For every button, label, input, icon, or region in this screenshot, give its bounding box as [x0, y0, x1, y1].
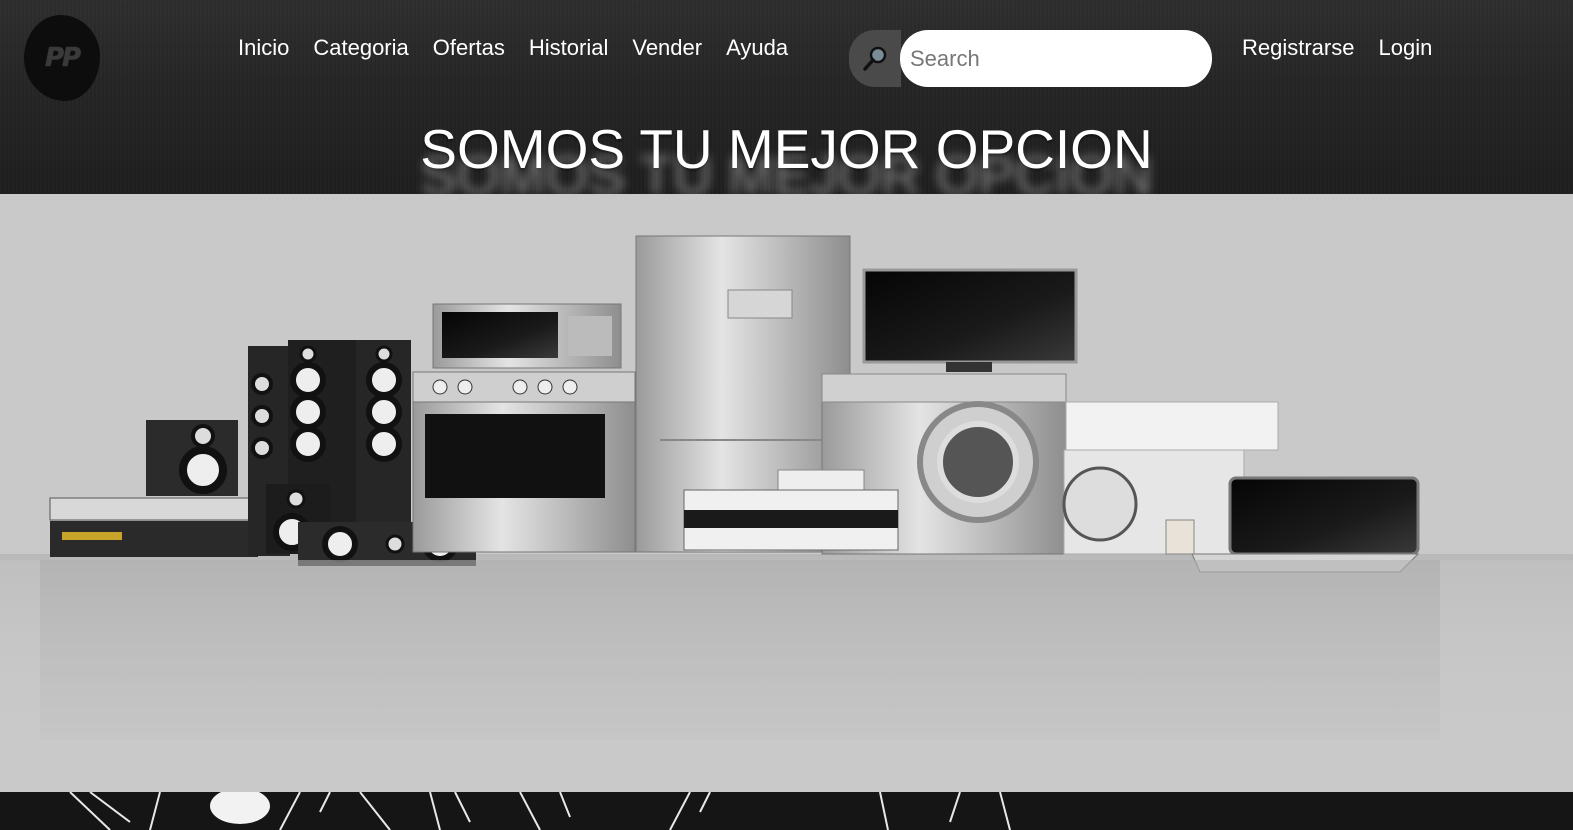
nav-ofertas[interactable]: Ofertas: [433, 34, 505, 62]
site-header: PP Inicio Categoria Ofertas Historial Ve…: [0, 0, 1573, 194]
branches-decoration: [69, 792, 1011, 830]
nav-categoria[interactable]: Categoria: [313, 34, 408, 62]
microwave: [432, 303, 622, 369]
appliances-image: [0, 235, 1573, 792]
login-link[interactable]: Login: [1378, 34, 1432, 62]
search-input[interactable]: [900, 30, 1212, 87]
auth-links: Registrarse Login: [1242, 34, 1456, 62]
nav-ayuda[interactable]: Ayuda: [726, 34, 788, 62]
hero-tagline: SOMOS TU MEJOR OPCION: [420, 118, 1153, 180]
television: [862, 268, 1078, 372]
bookshelf-speaker: [146, 420, 238, 496]
footer-strip: [0, 792, 1573, 830]
nav-vender[interactable]: Vender: [632, 34, 702, 62]
nav-historial[interactable]: Historial: [529, 34, 608, 62]
search-icon: [863, 46, 887, 71]
register-link[interactable]: Registrarse: [1242, 34, 1354, 62]
reflection-fade: [0, 560, 1573, 792]
stove: [412, 371, 636, 553]
brand-logo[interactable]: PP: [24, 15, 100, 101]
logo-text: PP: [44, 43, 81, 73]
main-nav: Inicio Categoria Ofertas Historial Vende…: [238, 34, 812, 62]
search-button[interactable]: [849, 30, 901, 87]
stereo-receiver: [49, 497, 259, 557]
hero-banner: [0, 194, 1573, 792]
nav-inicio[interactable]: Inicio: [238, 34, 289, 62]
